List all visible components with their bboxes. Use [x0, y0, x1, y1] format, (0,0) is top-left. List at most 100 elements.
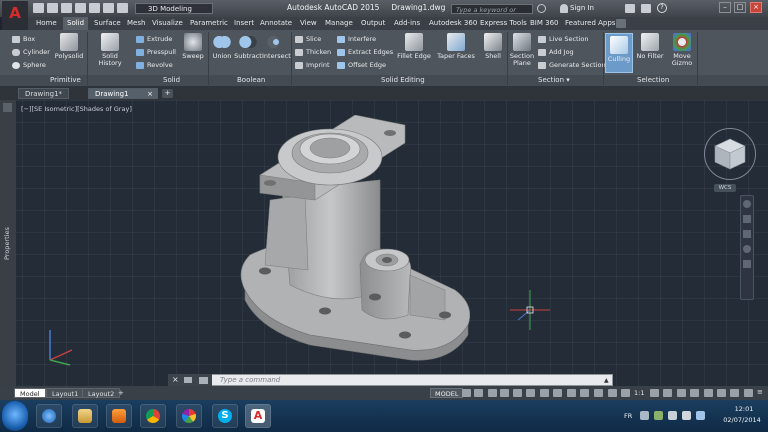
- sweep-button[interactable]: Sweep: [180, 33, 206, 60]
- snap-icon[interactable]: [474, 389, 483, 397]
- tab-visualize[interactable]: Visualize: [148, 17, 187, 30]
- auto-scale-icon[interactable]: [621, 389, 630, 397]
- polysolid-button[interactable]: Polysolid: [52, 33, 86, 60]
- print-icon[interactable]: [89, 3, 100, 13]
- tab-mesh[interactable]: Mesh: [123, 17, 149, 30]
- interfere-button[interactable]: Interfere: [337, 35, 376, 44]
- cylinder-button[interactable]: Cylinder: [12, 48, 50, 57]
- units-icon[interactable]: [677, 389, 686, 397]
- maximize-button[interactable]: □: [734, 2, 746, 13]
- workspace-dropdown[interactable]: 3D Modeling: [135, 3, 213, 14]
- clock-time[interactable]: 12:01: [729, 405, 759, 413]
- tab-annotate[interactable]: Annotate: [256, 17, 296, 30]
- exchange-icon[interactable]: [625, 4, 635, 13]
- polar-icon[interactable]: [500, 389, 509, 397]
- tab-insert[interactable]: Insert: [230, 17, 258, 30]
- taskbar-file-explorer[interactable]: [72, 404, 98, 428]
- tab-output[interactable]: Output: [357, 17, 389, 30]
- viewport-controls[interactable]: [−][SE Isometric][Shades of Gray]: [21, 105, 132, 113]
- clean-screen-icon[interactable]: [744, 389, 753, 397]
- open-file-icon[interactable]: [47, 3, 58, 13]
- taskbar-autocad[interactable]: A: [245, 404, 271, 428]
- generate-section-button[interactable]: Generate Section: [538, 61, 606, 70]
- command-input[interactable]: Type a command: [220, 376, 280, 384]
- add-layout-icon[interactable]: +: [118, 389, 124, 397]
- taskbar-chrome[interactable]: [140, 404, 166, 428]
- save-as-icon[interactable]: [75, 3, 86, 13]
- offset-edge-button[interactable]: Offset Edge: [337, 61, 386, 70]
- taskbar-skype[interactable]: S: [212, 404, 238, 428]
- showmotion-icon[interactable]: [743, 260, 751, 268]
- zoom-icon[interactable]: [743, 230, 751, 238]
- annotation-scale[interactable]: 1:1: [634, 389, 644, 397]
- presspull-button[interactable]: Presspull: [136, 48, 176, 57]
- command-prompt-icon[interactable]: [199, 377, 208, 384]
- new-tab-button[interactable]: +: [162, 89, 173, 98]
- sphere-button[interactable]: Sphere: [12, 61, 46, 70]
- tab-featured-apps[interactable]: Featured Apps: [561, 17, 619, 30]
- command-close-icon[interactable]: ×: [172, 376, 179, 384]
- extract-edges-button[interactable]: Extract Edges: [337, 48, 393, 57]
- taskbar-picasa[interactable]: [176, 404, 202, 428]
- tray-expand-icon[interactable]: [640, 411, 649, 420]
- save-icon[interactable]: [61, 3, 72, 13]
- help-icon[interactable]: ?: [657, 3, 667, 13]
- taper-faces-button[interactable]: Taper Faces: [436, 33, 476, 60]
- network-icon[interactable]: [654, 411, 663, 420]
- 3d-osnap-icon[interactable]: [553, 389, 562, 397]
- undo-icon[interactable]: [103, 3, 114, 13]
- ucs-icon[interactable]: [40, 325, 80, 370]
- tab-home[interactable]: Home: [32, 17, 61, 30]
- dynamic-ucs-icon[interactable]: [567, 389, 576, 397]
- steering-wheel-icon[interactable]: [743, 200, 751, 208]
- wcs-menu[interactable]: WCS: [714, 184, 736, 192]
- workspace-switching-icon[interactable]: [650, 389, 659, 397]
- close-tab-icon[interactable]: ×: [147, 89, 153, 100]
- object-snap-icon[interactable]: [540, 389, 549, 397]
- search-icon[interactable]: [537, 4, 546, 13]
- box-button[interactable]: Box: [12, 35, 35, 44]
- tab-view[interactable]: View: [296, 17, 321, 30]
- taskbar-internet-explorer[interactable]: [36, 404, 62, 428]
- command-customize-icon[interactable]: [184, 377, 192, 383]
- selection-filter-icon[interactable]: [580, 389, 589, 397]
- action-center-icon[interactable]: [668, 411, 677, 420]
- help-search-input[interactable]: Type a keyword or phrase: [451, 4, 533, 24]
- thicken-button[interactable]: Thicken: [295, 48, 331, 57]
- new-file-icon[interactable]: [33, 3, 44, 13]
- language-indicator[interactable]: FR: [624, 412, 632, 420]
- clock-date[interactable]: 02/07/2014: [722, 416, 762, 424]
- move-gizmo-dropdown[interactable]: Move Gizmo: [668, 33, 696, 67]
- redo-icon[interactable]: [117, 3, 128, 13]
- layout-tab-layout1[interactable]: Layout1: [46, 388, 85, 398]
- tab-express-tools[interactable]: Express Tools: [476, 17, 531, 30]
- section-plane-button[interactable]: Section Plane: [509, 33, 535, 67]
- annotation-visibility-icon[interactable]: [608, 389, 617, 397]
- hardware-acceleration-icon[interactable]: [730, 389, 739, 397]
- subtract-button[interactable]: Subtract: [234, 33, 262, 60]
- object-snap-tracking-icon[interactable]: [526, 389, 535, 397]
- tab-surface[interactable]: Surface: [90, 17, 125, 30]
- stay-connected-icon[interactable]: [641, 4, 651, 13]
- imprint-button[interactable]: Imprint: [295, 61, 330, 70]
- application-menu-button[interactable]: A: [2, 1, 28, 31]
- tab-bim-360[interactable]: BIM 360: [526, 17, 563, 30]
- file-tab-drawing1[interactable]: Drawing1 ×: [88, 88, 158, 99]
- layout-tab-model[interactable]: Model: [14, 388, 46, 398]
- grid-icon[interactable]: [462, 389, 471, 397]
- slice-button[interactable]: Slice: [295, 35, 321, 44]
- solid-history-button[interactable]: Solid History: [90, 33, 130, 67]
- culling-button[interactable]: Culling: [605, 33, 633, 73]
- orbit-icon[interactable]: [743, 245, 751, 253]
- display-icon[interactable]: [696, 411, 705, 420]
- customization-menu-icon[interactable]: ≡: [757, 388, 763, 396]
- tab-parametric[interactable]: Parametric: [186, 17, 232, 30]
- palette-close-icon[interactable]: [3, 103, 12, 112]
- viewcube-icon[interactable]: [712, 136, 748, 172]
- isodraft-icon[interactable]: [513, 389, 522, 397]
- volume-icon[interactable]: [682, 411, 691, 420]
- close-button[interactable]: ×: [750, 2, 762, 13]
- no-filter-dropdown[interactable]: No Filter: [635, 33, 665, 60]
- intersect-button[interactable]: Intersect: [262, 33, 291, 60]
- gizmo-status-icon[interactable]: [594, 389, 603, 397]
